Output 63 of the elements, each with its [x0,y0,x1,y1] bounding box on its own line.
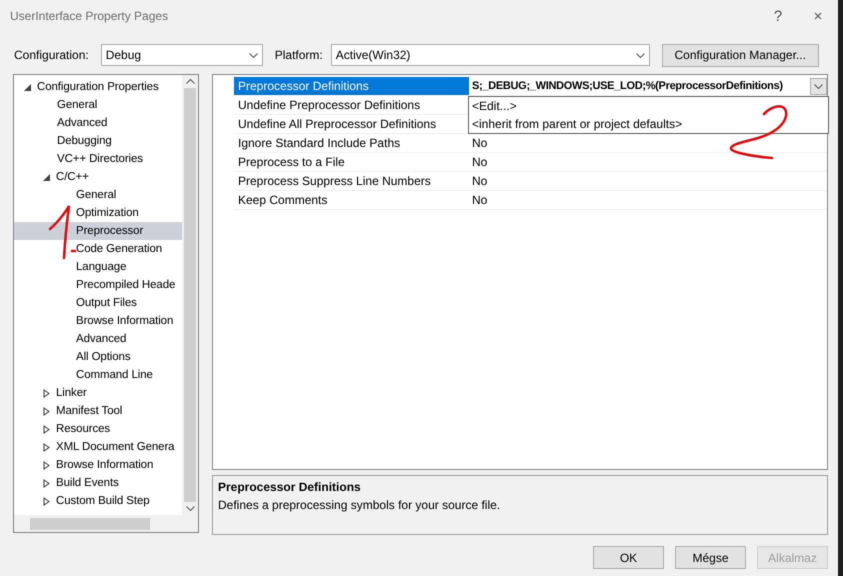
dialog-button[interactable]: Mégse [675,546,746,569]
tree-item[interactable]: Manifest Tool [14,402,182,420]
tree-item[interactable]: Language [14,258,182,276]
chevron-down-icon [248,52,258,58]
expanded-arrow-icon[interactable] [43,174,50,180]
scroll-down-icon [186,506,194,511]
annotation-drawing [48,204,76,260]
property-value[interactable]: No [472,155,488,169]
vertical-scrollbar[interactable] [182,75,198,515]
horizontal-scrollbar[interactable] [14,515,198,532]
chevron-down-icon [636,52,645,58]
window-title: UserInterface Property Pages [10,9,170,23]
collapsed-arrow-icon[interactable] [43,460,50,470]
tree-item[interactable]: Command Line [14,366,182,384]
dialog-button[interactable]: OK [593,546,664,569]
collapsed-arrow-icon[interactable] [43,496,50,506]
collapsed-arrow-icon[interactable] [43,388,50,398]
tree-item[interactable]: Browse Information [14,312,182,330]
collapsed-arrow-icon[interactable] [43,406,50,416]
collapsed-arrow-icon[interactable] [43,424,50,434]
expanded-arrow-icon[interactable] [24,84,31,90]
property-name[interactable]: Preprocessor Definitions [234,77,469,96]
menu-item[interactable]: <Edit...> [472,97,825,115]
tree-item[interactable]: Browse Information [14,456,182,474]
dropdown-button[interactable] [810,78,827,94]
tree-item[interactable]: Code Generation [14,240,182,258]
platform-label: Platform: [274,48,323,62]
tree-item[interactable]: VC++ Directories [14,150,182,168]
tree-item[interactable]: Linker [14,384,182,402]
menu-item[interactable]: <inherit from parent or project defaults> [472,115,825,133]
property-value[interactable]: No [472,174,488,188]
scroll-up-icon[interactable] [186,79,194,84]
annotation-drawing [730,105,788,160]
tree-item[interactable]: Custom Build Step [14,492,182,510]
tree-item[interactable]: Output Files [14,294,182,312]
description-title: Preprocessor Definitions [218,480,362,494]
configuration-label: Configuration: [14,48,89,62]
tree-item[interactable]: Precompiled Heade [14,276,182,294]
tree-item[interactable]: Build Events [14,474,182,492]
tree-item[interactable]: Optimization [14,204,182,222]
description-text: Defines a preprocessing symbols for your source file. [218,498,502,512]
tree-item[interactable]: All Options [14,348,182,366]
property-value[interactable]: No [472,136,488,150]
tree-item[interactable]: Debugging [14,132,182,150]
tree-item[interactable]: Configuration Properties [14,78,182,96]
tree-item[interactable]: General [14,96,182,114]
tree-item[interactable]: General [14,186,182,204]
tree-item[interactable]: Preprocessor [14,222,182,240]
collapsed-arrow-icon[interactable] [43,478,50,488]
tree-item[interactable]: Advanced [14,330,182,348]
configuration-manager-button[interactable]: Configuration Manager... [662,44,819,66]
platform-dropdown[interactable]: Active(Win32) [330,44,650,66]
tree-item[interactable]: Advanced [14,114,182,132]
tree-item[interactable]: Resources [14,420,182,438]
help-button[interactable]: ? [758,8,798,24]
tree-item[interactable]: C/C++ [14,168,182,186]
tree-item[interactable]: XML Document Genera [14,438,182,456]
chevron-down-icon [814,84,823,88]
collapsed-arrow-icon[interactable] [43,442,50,452]
close-button[interactable]: × [798,8,838,24]
configuration-dropdown[interactable]: Debug [100,44,263,66]
property-value[interactable]: No [472,193,488,207]
property-value[interactable]: S;_DEBUG;_WINDOWS;USE_LOD;%(PreprocessorDefinitions) [472,80,783,92]
